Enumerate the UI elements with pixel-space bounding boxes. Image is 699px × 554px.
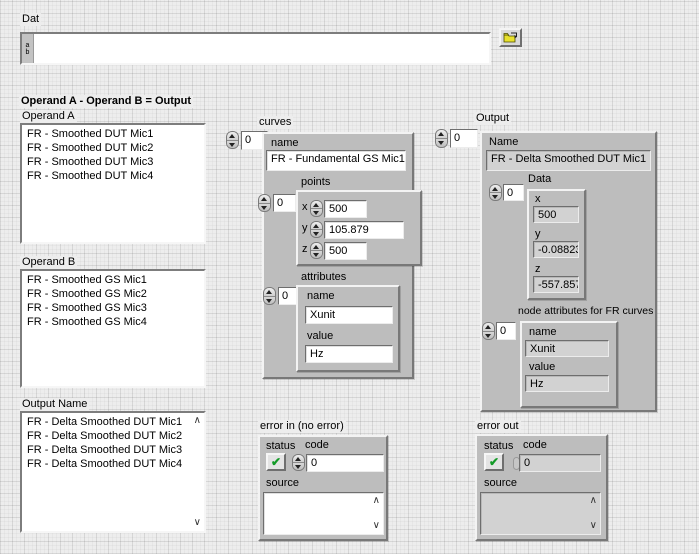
- list-item[interactable]: FR - Smoothed DUT Mic4: [22, 169, 204, 183]
- error-out-code-label: code: [521, 439, 549, 452]
- labview-front-panel: Dat ab Operand A - Operand B = Output Op…: [0, 0, 699, 554]
- checkmark-icon: ✔: [271, 455, 281, 469]
- node-attributes-label: node attributes for FR curves: [516, 305, 655, 318]
- error-in-code-label: code: [303, 439, 331, 452]
- output-label: Output: [474, 112, 511, 125]
- point-x-spinner[interactable]: [310, 200, 323, 217]
- browse-button[interactable]: [499, 28, 522, 47]
- data-x-field: 500: [533, 206, 579, 223]
- node-attr-index-value[interactable]: 0: [496, 322, 516, 340]
- scroll-down-icon[interactable]: ∨: [373, 521, 380, 531]
- operand-b-label: Operand B: [20, 256, 77, 269]
- data-index-value[interactable]: 0: [503, 184, 524, 201]
- point-z-field[interactable]: 500: [324, 242, 367, 260]
- path-input[interactable]: ab: [20, 32, 491, 65]
- list-item[interactable]: FR - Delta Smoothed DUT Mic1: [22, 415, 204, 429]
- folder-icon: [503, 32, 518, 43]
- point-z-spinner[interactable]: [310, 242, 323, 259]
- curve-name-label: name: [269, 137, 301, 150]
- point-y-field[interactable]: 105.879: [324, 221, 404, 239]
- error-in-label: error in (no error): [258, 420, 346, 433]
- scroll-up-icon[interactable]: ∧: [373, 496, 380, 506]
- section-heading: Operand A - Operand B = Output: [19, 95, 193, 108]
- error-in-source-label: source: [264, 477, 301, 490]
- scroll-down-icon[interactable]: ∨: [590, 521, 597, 531]
- curve-name-field[interactable]: FR - Fundamental GS Mic1: [266, 150, 406, 171]
- error-out-code-field: 0: [519, 454, 601, 472]
- path-type-icon: ab: [22, 34, 34, 63]
- point-z-label: z: [300, 243, 310, 256]
- list-item[interactable]: FR - Smoothed DUT Mic2: [22, 141, 204, 155]
- error-in-status-label: status: [264, 440, 297, 453]
- error-out-source-field: ∧ ∨: [480, 492, 601, 535]
- error-out-status-label: status: [482, 440, 515, 453]
- list-item[interactable]: FR - Delta Smoothed DUT Mic2: [22, 429, 204, 443]
- list-item[interactable]: FR - Smoothed GS Mic1: [22, 273, 204, 287]
- node-name-label: name: [527, 326, 559, 339]
- output-name-items: FR - Delta Smoothed DUT Mic1FR - Delta S…: [22, 415, 204, 471]
- path-label: Dat: [20, 13, 41, 26]
- data-y-label: y: [533, 228, 543, 241]
- attributes-index-spinner[interactable]: [263, 287, 276, 305]
- points-index-value[interactable]: 0: [273, 194, 296, 212]
- list-item[interactable]: FR - Smoothed GS Mic3: [22, 301, 204, 315]
- error-out-source-label: source: [482, 477, 519, 490]
- error-in-code-field[interactable]: 0: [306, 454, 384, 472]
- node-value-label: value: [527, 361, 557, 374]
- checkmark-icon: ✔: [489, 455, 499, 469]
- data-index-spinner[interactable]: [489, 184, 502, 201]
- output-name-field: FR - Delta Smoothed DUT Mic1: [486, 150, 651, 171]
- point-y-spinner[interactable]: [310, 221, 323, 238]
- point-x-field[interactable]: 500: [324, 200, 367, 218]
- scroll-up-icon[interactable]: ∧: [194, 416, 201, 426]
- output-index-spinner[interactable]: [435, 129, 448, 148]
- error-in-code-spinner[interactable]: [292, 454, 305, 471]
- operand-a-label: Operand A: [20, 110, 77, 123]
- attr-value-label: value: [305, 330, 335, 343]
- curves-index-spinner[interactable]: [226, 131, 239, 149]
- points-index-spinner[interactable]: [258, 194, 271, 212]
- node-attributes-cluster: name value: [520, 321, 618, 408]
- curves-label: curves: [257, 116, 293, 129]
- list-item[interactable]: FR - Smoothed DUT Mic1: [22, 127, 204, 141]
- list-item[interactable]: FR - Smoothed GS Mic4: [22, 315, 204, 329]
- node-name-field: Xunit: [525, 340, 609, 357]
- output-name-label: Output Name: [20, 398, 89, 411]
- data-x-label: x: [533, 193, 543, 206]
- list-item[interactable]: FR - Delta Smoothed DUT Mic4: [22, 457, 204, 471]
- data-y-field: -0.08823: [533, 241, 579, 258]
- output-index-value[interactable]: 0: [450, 129, 478, 148]
- points-label: points: [299, 176, 332, 189]
- node-attr-index-spinner[interactable]: [482, 322, 495, 340]
- error-out-status-led: ✔: [484, 453, 504, 471]
- attr-name-field[interactable]: Xunit: [305, 306, 393, 324]
- list-item[interactable]: FR - Smoothed DUT Mic3: [22, 155, 204, 169]
- scroll-up-icon[interactable]: ∧: [590, 496, 597, 506]
- output-name-listbox[interactable]: FR - Delta Smoothed DUT Mic1FR - Delta S…: [20, 411, 206, 533]
- attr-name-label: name: [305, 290, 337, 303]
- point-y-label: y: [300, 222, 310, 235]
- attributes-label: attributes: [299, 271, 348, 284]
- error-out-label: error out: [475, 420, 521, 433]
- attr-value-field[interactable]: Hz: [305, 345, 393, 363]
- data-z-label: z: [533, 263, 543, 276]
- list-item[interactable]: FR - Delta Smoothed DUT Mic3: [22, 443, 204, 457]
- scroll-down-icon[interactable]: ∨: [194, 518, 201, 528]
- node-value-field: Hz: [525, 375, 609, 392]
- data-z-field: -557.857: [533, 276, 579, 293]
- operand-b-listbox[interactable]: FR - Smoothed GS Mic1FR - Smoothed GS Mi…: [20, 269, 206, 388]
- error-in-source-field[interactable]: ∧ ∨: [263, 492, 384, 535]
- output-name-field-label: Name: [487, 136, 520, 149]
- error-in-status-led[interactable]: ✔: [266, 453, 286, 471]
- data-label: Data: [526, 173, 553, 186]
- list-item[interactable]: FR - Smoothed GS Mic2: [22, 287, 204, 301]
- point-x-label: x: [300, 201, 310, 214]
- operand-a-listbox[interactable]: FR - Smoothed DUT Mic1FR - Smoothed DUT …: [20, 123, 206, 244]
